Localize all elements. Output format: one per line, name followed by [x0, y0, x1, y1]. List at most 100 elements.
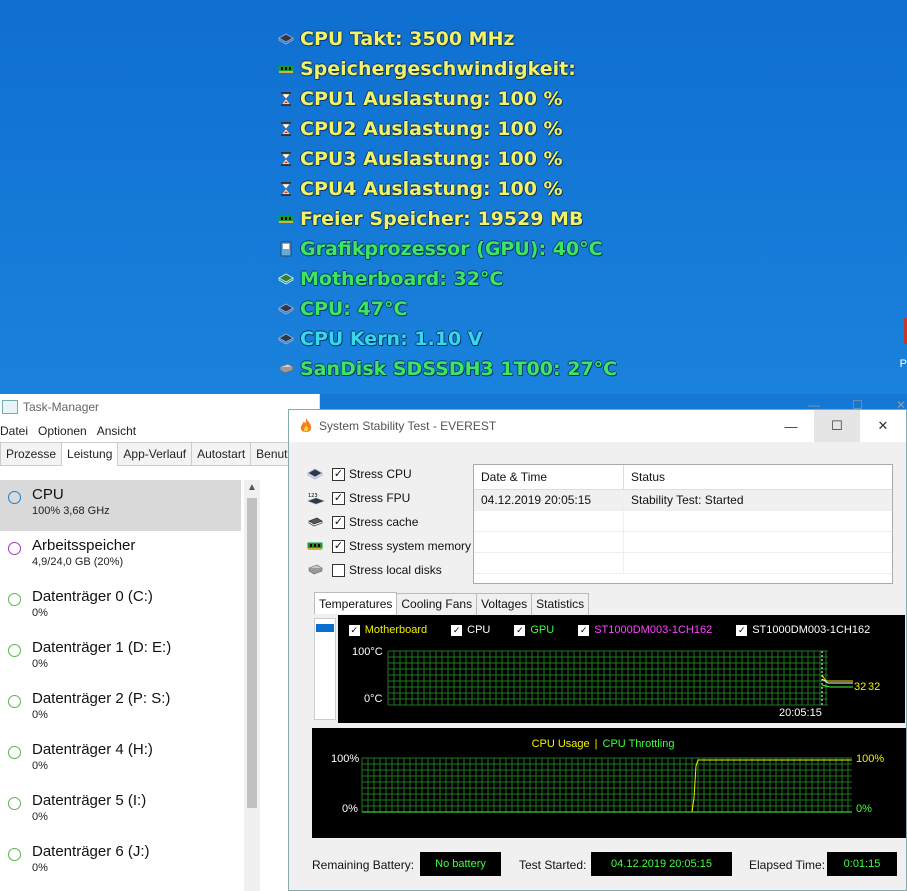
tab-cooling-fans[interactable]: Cooling Fans	[396, 593, 478, 615]
resource-name: Datenträger 6 (J:)	[32, 843, 150, 860]
temp-y-bottom-label: 0°C	[364, 693, 383, 705]
cpu-y-bottom-left: 0%	[342, 803, 358, 815]
hourglass-icon	[278, 151, 294, 167]
log-header-datetime[interactable]: Date & Time	[474, 465, 624, 489]
tab-temperatures[interactable]: Temperatures	[314, 592, 398, 614]
test-started-label: Test Started:	[519, 858, 587, 872]
maximize-button[interactable]: ☐	[814, 410, 860, 442]
desktop-background: CPU Takt: 3500 MHz Speichergeschwindigkei…	[0, 0, 907, 394]
sensor-text: Grafikprozessor (GPU): 40°C	[300, 238, 603, 260]
battery-label: Remaining Battery:	[312, 858, 415, 872]
resource-usage: 0%	[32, 760, 48, 772]
temperature-chart: ✓ Motherboard ✓ CPU ✓ GPU ✓ ST1000DM003-1CH162 ✓…	[338, 615, 905, 723]
sensor-row: Grafikprozessor (GPU): 40°C	[278, 234, 617, 264]
stress-option[interactable]: Stress local disks	[307, 558, 471, 582]
resource-item[interactable]: Datenträger 5 (I:) 0%	[0, 786, 241, 837]
resource-item[interactable]: Datenträger 6 (J:) 0%	[0, 837, 241, 888]
scroll-up-icon[interactable]: ▲	[247, 482, 257, 493]
tab-autostart[interactable]: Autostart	[191, 442, 252, 465]
log-empty-row	[474, 532, 892, 553]
tab-app-verlauf[interactable]: App-Verlauf	[117, 442, 193, 465]
sensor-text: Freier Speicher: 19529 MB	[300, 208, 584, 230]
close-button[interactable]: ✕	[860, 410, 906, 442]
stress-checkbox[interactable]: ✓	[332, 467, 345, 481]
sensor-row: CPU4 Auslastung: 100 %	[278, 174, 617, 204]
resource-usage: 0%	[32, 709, 48, 721]
resource-item[interactable]: Datenträger 4 (H:) 0%	[0, 735, 241, 786]
task-manager-menubar: Datei Optionen Ansicht	[0, 420, 319, 442]
disk-icon	[278, 361, 294, 377]
memory-icon	[278, 211, 294, 227]
sensor-text: CPU Kern: 1.10 V	[300, 328, 483, 350]
stress-label: Stress system memory	[349, 539, 472, 553]
sensor-row: CPU2 Auslastung: 100 %	[278, 114, 617, 144]
memory-icon	[307, 540, 325, 552]
cpu-y-top-left: 100%	[331, 753, 360, 765]
resource-name: Datenträger 4 (H:)	[32, 741, 153, 758]
memory-icon	[278, 61, 294, 77]
cpu-chip-icon	[278, 31, 294, 47]
cpu-y-top-right: 100%	[856, 753, 885, 765]
stress-checkbox[interactable]: ✓	[332, 539, 345, 553]
everest-title: System Stability Test - EVEREST	[319, 419, 497, 433]
resource-name: Datenträger 5 (I:)	[32, 792, 147, 809]
sensor-row: Speichergeschwindigkeit:	[278, 54, 617, 84]
sensor-row: CPU1 Auslastung: 100 %	[278, 84, 617, 114]
test-started-value: 04.12.2019 20:05:15	[591, 852, 732, 876]
stress-checkbox[interactable]: ✓	[332, 515, 345, 529]
stress-option[interactable]: ✓ Stress CPU	[307, 462, 471, 486]
temp-time-label: 20:05:15	[779, 707, 822, 719]
temperature-sensor-scrollbar[interactable]	[314, 618, 336, 720]
scrollbar-thumb[interactable]	[247, 498, 257, 808]
resource-item[interactable]: Arbeitsspeicher 4,9/24,0 GB (20%)	[0, 531, 241, 582]
menu-datei[interactable]: Datei	[0, 424, 28, 438]
sensor-row: SanDisk SDSSDH3 1T00: 27°C	[278, 354, 617, 384]
resource-circle-icon	[8, 644, 21, 657]
gpu-icon	[278, 241, 294, 257]
tab-statistics[interactable]: Statistics	[531, 593, 590, 615]
minimize-button[interactable]: —	[768, 410, 814, 442]
sensor-scroll-thumb[interactable]	[316, 624, 334, 632]
menu-optionen[interactable]: Optionen	[38, 424, 87, 438]
resource-list-scrollbar[interactable]: ▲	[244, 480, 260, 891]
cpu-y-bottom-right: 0%	[856, 803, 872, 815]
menu-ansicht[interactable]: Ansicht	[97, 424, 136, 438]
stress-label: Stress cache	[349, 515, 419, 529]
log-row[interactable]: 04.12.2019 20:05:15 Stability Test: Start…	[474, 490, 892, 511]
stress-option[interactable]: ✓ Stress system memory	[307, 534, 471, 558]
resource-item[interactable]: Datenträger 2 (P: S:) 0%	[0, 684, 241, 735]
task-manager-title: Task-Manager	[23, 400, 100, 414]
resource-item[interactable]: Datenträger 0 (C:) 0%	[0, 582, 241, 633]
status-bar: Remaining Battery: No battery Test Start…	[289, 850, 906, 880]
resource-usage: 0%	[32, 658, 48, 670]
resource-name: Datenträger 2 (P: S:)	[32, 690, 171, 707]
stress-options: ✓ Stress CPU 123 ✓ Stress FPU ✓ Stress cache ✓ S…	[307, 462, 471, 582]
sensor-gadget: CPU Takt: 3500 MHz Speichergeschwindigkei…	[278, 24, 617, 384]
cache-chip-icon	[307, 516, 325, 528]
temp-y-top-label: 100°C	[352, 646, 383, 658]
tab-voltages[interactable]: Voltages	[476, 593, 533, 615]
everest-tabs: Temperatures Cooling Fans Voltages Stati…	[314, 592, 590, 615]
tab-leistung[interactable]: Leistung	[61, 442, 119, 466]
stress-checkbox[interactable]: ✓	[332, 491, 345, 505]
resource-item[interactable]: Datenträger 1 (D: E:) 0%	[0, 633, 241, 684]
resource-item[interactable]: CPU 100% 3,68 GHz	[0, 480, 241, 531]
sensor-text: CPU1 Auslastung: 100 %	[300, 88, 563, 110]
sensor-text: CPU4 Auslastung: 100 %	[300, 178, 563, 200]
hourglass-icon	[278, 181, 294, 197]
stress-option[interactable]: 123 ✓ Stress FPU	[307, 486, 471, 510]
tab-prozesse[interactable]: Prozesse	[0, 442, 63, 465]
sensor-text: SanDisk SDSSDH3 1T00: 27°C	[300, 358, 618, 380]
stress-checkbox[interactable]	[332, 563, 345, 577]
sensor-text: CPU Takt: 3500 MHz	[300, 28, 515, 50]
log-header-status[interactable]: Status	[624, 470, 665, 484]
log-empty-row	[474, 553, 892, 574]
sensor-row: CPU Kern: 1.10 V	[278, 324, 617, 354]
task-manager-titlebar[interactable]: Task-Manager	[0, 394, 319, 420]
stress-label: Stress CPU	[349, 467, 412, 481]
desktop-edge-letter: P	[899, 358, 907, 370]
sensor-text: CPU2 Auslastung: 100 %	[300, 118, 563, 140]
resource-circle-icon	[8, 746, 21, 759]
temp-value-label-2: 32	[868, 681, 881, 693]
stress-option[interactable]: ✓ Stress cache	[307, 510, 471, 534]
